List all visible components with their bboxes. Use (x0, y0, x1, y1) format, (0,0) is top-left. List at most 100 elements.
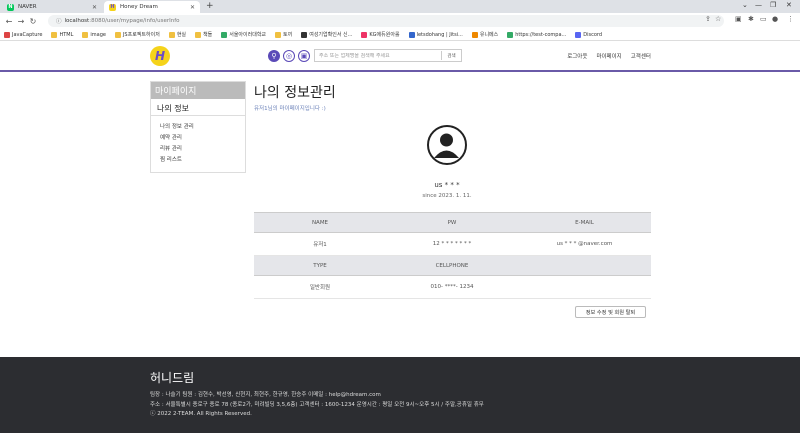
bookmark-item[interactable]: Discord (575, 31, 602, 38)
tab-honey-dream[interactable]: H Honey Dream ✕ (104, 1, 200, 13)
column-header: TYPE (254, 255, 386, 276)
search-button[interactable]: 검색 (441, 51, 461, 60)
tab-naver[interactable]: N NAVER ✕ (2, 1, 102, 13)
bookmark-icon (221, 31, 228, 38)
folder-icon (195, 31, 202, 38)
password-value: 12 * * * * * * * (386, 232, 518, 256)
url-host: localhost (64, 18, 90, 24)
folder-icon (114, 31, 121, 38)
back-icon[interactable]: ← (3, 17, 15, 26)
bookmark-icon (507, 31, 514, 38)
bookmark-item[interactable]: 책들 (195, 31, 212, 38)
search-box: 검색 (314, 49, 462, 62)
chevron-down-icon[interactable]: ⌄ (742, 1, 748, 9)
bookmark-item[interactable]: https://test-compa... (507, 31, 566, 38)
info-icon: ⓘ (56, 19, 62, 25)
table-header-row: NAME PW E-MAIL (254, 212, 651, 233)
bookmark-item[interactable]: image (82, 31, 106, 38)
footer-copyright: ⓒ 2022 2-TEAM. All Rights Reserved. (150, 411, 252, 417)
bookmark-icon (361, 31, 368, 38)
page-subtitle: 유저1님의 마이페이지입니다 :) (254, 106, 326, 112)
username: us * * * (434, 181, 460, 189)
bookmark-item[interactable]: 여성기업확인서 신... (301, 31, 352, 38)
table-row: 일반회원 010- ****- 1234 (254, 275, 651, 299)
column-header: E-MAIL (518, 212, 651, 233)
tab-label: NAVER (18, 4, 37, 10)
search-icon[interactable]: ⚲ (268, 50, 280, 62)
share-icon[interactable]: ⇪ (705, 15, 711, 23)
naver-favicon-icon: N (7, 3, 14, 11)
bookmark-item[interactable]: KG에듀원아롤 (361, 31, 400, 38)
column-header: CELLPHONE (386, 255, 518, 276)
reload-icon[interactable]: ↻ (27, 17, 39, 26)
site-footer: 허니드림 팀장 : 나슬기 팀원 : 김현수, 박선영, 신현지, 최현주, 한… (0, 357, 800, 433)
empty-cell (518, 275, 651, 299)
folder-icon (82, 31, 89, 38)
logout-link[interactable]: 로그아웃 (567, 52, 587, 60)
bookmark-item[interactable]: HTML (51, 31, 73, 38)
user-info-table: NAME PW E-MAIL 유저1 12 * * * * * * * us *… (254, 212, 651, 299)
type-value: 일반회원 (254, 275, 386, 299)
bookmark-item[interactable]: 현실 (168, 31, 186, 38)
bookmark-item[interactable]: 유니메스 (471, 31, 498, 38)
close-icon[interactable]: ✕ (190, 4, 195, 11)
sidebar-section-my-info[interactable]: 나의 정보 (151, 99, 245, 116)
sidebar-item-info-manage[interactable]: 나의 정보 관리 (151, 120, 245, 131)
site-header: H ⚲ ◎ ▣ 검색 로그아웃 마이페이지 고객센터 (0, 41, 800, 72)
bookmark-item[interactable]: JavaCapture (4, 31, 42, 38)
page-title: 나의 정보관리 (254, 85, 336, 101)
sidebar-icon[interactable]: ▭ (760, 15, 767, 23)
discord-icon (575, 31, 582, 38)
search-input[interactable] (315, 52, 441, 59)
forward-icon[interactable]: → (15, 17, 27, 26)
column-header (518, 255, 651, 276)
bookmark-item[interactable]: letsdohang | Jitsi... (408, 31, 463, 38)
bookmark-icon (471, 31, 478, 38)
bookmark-item[interactable]: JS프로젝트하이저 (114, 31, 160, 38)
bookmark-item[interactable]: 서울아이러대학교 (221, 31, 266, 38)
bookmark-icon (4, 31, 10, 38)
footer-address-line: 주소 : 서울특별시 종로구 종로 78 (종로2가, 미려빌딩 3,5,6층)… (150, 402, 484, 408)
sidebar-item-reservations[interactable]: 예약 관리 (151, 131, 245, 142)
folder-icon (168, 31, 175, 38)
name-value: 유저1 (254, 232, 386, 256)
mypage-link[interactable]: 마이페이지 (596, 52, 621, 60)
star-icon[interactable]: ☆ (715, 15, 721, 23)
mypage-sidebar: 마이페이지 나의 정보 나의 정보 관리 예약 관리 리뷰 관리 찜 리스트 (150, 81, 246, 173)
folder-icon (275, 31, 282, 38)
column-header: NAME (254, 212, 386, 233)
new-tab-icon[interactable]: + (206, 1, 214, 11)
sidebar-item-reviews[interactable]: 리뷰 관리 (151, 142, 245, 153)
bus-icon[interactable]: ▣ (298, 50, 310, 62)
location-icon[interactable]: ◎ (283, 50, 295, 62)
email-value: us * * * @naver.com (518, 232, 651, 256)
window-close-icon[interactable]: ✕ (786, 1, 792, 9)
honey-favicon-icon: H (109, 3, 116, 11)
extension-icon[interactable]: ▣ (735, 15, 742, 23)
avatar-icon (427, 125, 467, 165)
column-header: PW (386, 212, 518, 233)
member-since: since 2023. 1. 11. (422, 193, 472, 199)
maximize-icon[interactable]: ❐ (770, 1, 776, 9)
close-icon[interactable]: ✕ (92, 4, 97, 11)
cellphone-value: 010- ****- 1234 (386, 275, 518, 299)
bookmarks-bar: JavaCapture HTML image JS프로젝트하이저 현실 책들 서… (0, 29, 800, 41)
table-row: 유저1 12 * * * * * * * us * * * @naver.com (254, 232, 651, 256)
profile-icon[interactable]: ● (772, 15, 778, 23)
sidebar-title: 마이페이지 (151, 82, 245, 99)
footer-title: 허니드림 (150, 371, 195, 385)
footer-team-line: 팀장 : 나슬기 팀원 : 김현수, 박선영, 신현지, 최현주, 한규영, 한… (150, 392, 381, 398)
menu-icon[interactable]: ⋮ (787, 15, 794, 23)
table-header-row: TYPE CELLPHONE (254, 255, 651, 276)
minimize-icon[interactable]: — (755, 1, 762, 9)
url-bar[interactable]: ⓘ localhost:8080/user/mypage/info/userIn… (48, 15, 724, 27)
puzzle-icon[interactable]: ✱ (748, 15, 754, 23)
address-toolbar: ← → ↻ ⓘ localhost:8080/user/mypage/info/… (0, 13, 800, 29)
url-path: :8080/user/mypage/info/userInfo (89, 18, 180, 24)
bookmark-item[interactable]: 토끼 (275, 31, 292, 38)
edit-info-button[interactable]: 정보 수정 및 회원 탈퇴 (575, 306, 646, 318)
logo[interactable]: H (150, 46, 170, 66)
sidebar-item-wishlist[interactable]: 찜 리스트 (151, 153, 245, 164)
browser-tab-bar: N NAVER ✕ H Honey Dream ✕ + ⌄ — ❐ ✕ (0, 0, 800, 13)
support-link[interactable]: 고객센터 (631, 52, 651, 60)
